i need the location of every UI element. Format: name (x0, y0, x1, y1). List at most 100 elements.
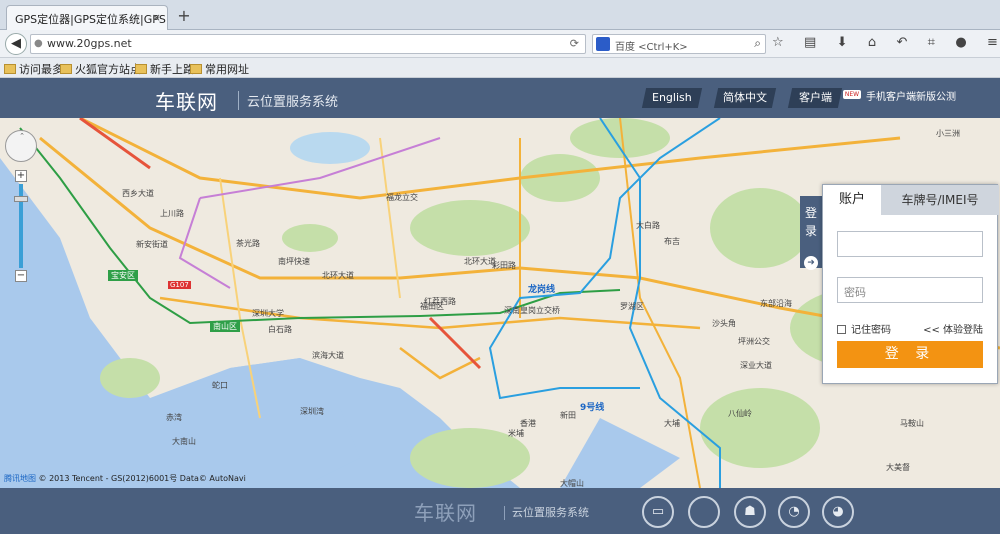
globe-icon: ● (34, 38, 43, 49)
new-tab-button[interactable]: + (174, 6, 194, 26)
wechat-alt-icon[interactable]: ◕ (822, 496, 854, 528)
pan-up-icon[interactable]: ⌃ (17, 132, 27, 140)
tab-account[interactable]: 账户 (823, 185, 881, 215)
folder-icon (4, 64, 16, 74)
menu-icon[interactable]: ≡ (987, 35, 998, 53)
map-label: 罗湖区 (620, 302, 644, 311)
map-label: 上川路 (160, 209, 184, 218)
login-button[interactable]: 登 录 (837, 341, 983, 368)
site-header: 车联网 云位置服务系统 English 简体中文 客户端 NEW 手机客户端新版… (0, 78, 1000, 118)
search-box[interactable]: 百度 <Ctrl+K> ⌕ (592, 34, 766, 54)
map-label: 福龙立交 (386, 193, 418, 202)
map-label: 沙头角 (712, 319, 736, 328)
copyright-text: © 2013 Tencent - GS(2012)6001号 Data© Aut… (38, 474, 246, 483)
mobile-client-link[interactable]: 手机客户端新版公测 (866, 88, 956, 103)
map-label: 布吉 (664, 237, 680, 246)
map-label: 蛇口 (212, 381, 228, 390)
search-icon[interactable]: ⌕ (754, 36, 761, 51)
map-label: 茶光路 (236, 239, 260, 248)
zoom-in-button[interactable]: + (15, 170, 27, 182)
tab-plate-imei[interactable]: 车牌号/IMEI号 (881, 185, 999, 215)
map-label: 八仙岭 (728, 409, 752, 418)
map-label: 大美督 (886, 463, 910, 472)
map-label: 南山区 (210, 321, 240, 332)
zoom-out-button[interactable]: − (15, 270, 27, 282)
map-label: 大帽山 (560, 479, 584, 488)
crop-icon[interactable]: ⌗ (928, 35, 935, 53)
map-label: 深圳湾 (300, 407, 324, 416)
browser-tab[interactable]: GPS定位器|GPS定位系统|GPS... × (6, 5, 168, 30)
home-icon[interactable]: ⌂ (868, 35, 876, 53)
toolbar-icons: ☆ ▤ ⬇ ⌂ ↶ ⌗ ● ≡ (772, 35, 998, 53)
login-toggle-tab[interactable]: 登录 ➜ (800, 196, 822, 270)
map-label: 深圳大学 (252, 309, 284, 318)
map-label: 新安街道 (136, 240, 168, 249)
bookmark-item[interactable]: 常用网址 (190, 61, 249, 77)
map-label: 大埔 (664, 419, 680, 428)
back-arrow-icon: ◀ (11, 36, 21, 51)
browser-nav-bar: ◀ ● www.20gps.net ⟳ 百度 <Ctrl+K> ⌕ ☆ ▤ ⬇ … (0, 30, 1000, 58)
login-tag-text: 登录 (804, 206, 817, 238)
map-label: 西乡大道 (122, 189, 154, 198)
map-label: 深业大道 (740, 361, 772, 370)
map-label: 宝安区 (108, 270, 138, 281)
map-label: 赤湾 (166, 413, 182, 422)
close-icon[interactable]: × (152, 11, 161, 24)
username-input[interactable] (837, 231, 983, 257)
zoom-slider-thumb[interactable] (14, 196, 28, 202)
desktop-icon[interactable]: ▭ (642, 496, 674, 528)
lang-english-button[interactable]: English (641, 88, 703, 108)
search-placeholder: 百度 <Ctrl+K> (615, 42, 688, 53)
new-badge: NEW (843, 90, 861, 99)
remember-password-checkbox[interactable]: 记住密码 (837, 321, 891, 336)
map-label: 龙岗线 (528, 285, 556, 295)
map-label: 北环大道 (322, 271, 354, 280)
map-label: 滨海大道 (312, 351, 344, 360)
lang-chinese-button[interactable]: 简体中文 (713, 88, 777, 108)
android-icon[interactable]: ☗ (734, 496, 766, 528)
reading-list-icon[interactable]: ▤ (804, 35, 816, 53)
map-label: 深南皇岗立交桥 (504, 306, 560, 315)
arrow-right-icon[interactable]: ➜ (804, 256, 818, 270)
login-panel: 账户 车牌号/IMEI号 密码 记住密码 << 体验登陆 登 录 (822, 184, 999, 384)
checkbox-icon[interactable] (837, 325, 846, 334)
tencent-map-brand: 腾讯地图 (4, 474, 36, 483)
footer-logo: 车联网 (414, 501, 477, 525)
browser-tab-bar: GPS定位器|GPS定位系统|GPS... × + (0, 0, 1000, 30)
footer-subtitle: 云位置服务系统 (504, 506, 589, 520)
bookmark-item[interactable]: 新手上路 (135, 61, 194, 77)
map-copyright: 腾讯地图 © 2013 Tencent - GS(2012)6001号 Data… (4, 473, 246, 484)
map-label: 新田 (560, 411, 576, 420)
site-footer: 车联网 云位置服务系统 ▭ ☗ ◔ ◕ (0, 488, 1000, 534)
site-subtitle: 云位置服务系统 (238, 91, 338, 110)
reload-icon[interactable]: ⟳ (570, 37, 579, 50)
bookmark-item[interactable]: 火狐官方站点 (60, 61, 141, 77)
site-logo[interactable]: 车联网 (155, 86, 218, 115)
bookmark-item[interactable]: 访问最多 (4, 61, 63, 77)
chat-icon[interactable]: ● (955, 35, 966, 53)
wechat-icon[interactable]: ◔ (778, 496, 810, 528)
map-label: G107 (168, 281, 191, 289)
search-engine-icon[interactable] (596, 37, 610, 51)
map-label: 9号线 (580, 403, 605, 413)
map-label: 坪洲公交 (738, 337, 770, 346)
map-label: 白石路 (268, 325, 292, 334)
tab-title: GPS定位器|GPS定位系统|GPS... (15, 13, 168, 26)
download-icon[interactable]: ⬇ (837, 35, 848, 53)
map-label: 马鞍山 (900, 419, 924, 428)
back-button[interactable]: ◀ (5, 33, 27, 55)
client-button[interactable]: 客户端 (787, 88, 843, 108)
apple-icon[interactable] (688, 496, 720, 528)
map-label: 大南山 (172, 437, 196, 446)
url-text: www.20gps.net (47, 37, 132, 50)
pan-control[interactable]: ⌃ (5, 130, 37, 162)
map-label: 南坪快速 (278, 257, 310, 266)
bookmarks-bar: 访问最多 火狐官方站点 新手上路 常用网址 (0, 58, 1000, 78)
trial-login-link[interactable]: << 体验登陆 (923, 321, 983, 336)
map-label: 小三洲 (936, 129, 960, 138)
folder-icon (190, 64, 202, 74)
url-bar[interactable]: ● www.20gps.net ⟳ (30, 34, 586, 54)
password-input[interactable]: 密码 (837, 277, 983, 303)
undo-icon[interactable]: ↶ (896, 35, 907, 53)
bookmark-star-icon[interactable]: ☆ (772, 35, 784, 53)
